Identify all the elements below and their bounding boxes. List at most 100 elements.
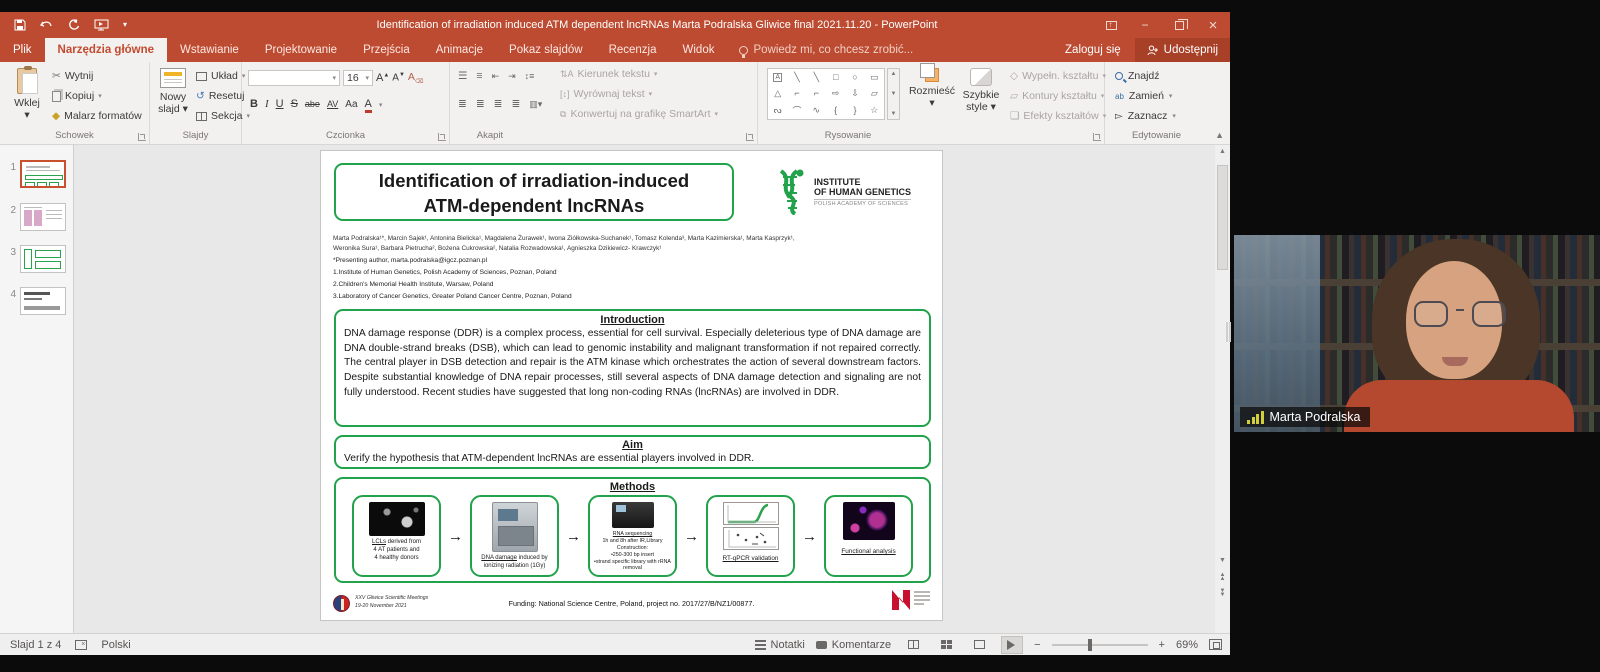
previous-slide-button[interactable]: ▲ ▲ [1215,572,1230,582]
tab-design[interactable]: Projektowanie [252,38,350,62]
format-painter-button[interactable]: ◆ Malarz formatów [52,110,142,122]
align-center-icon[interactable]: ≣ [476,98,485,110]
zoom-out-button[interactable]: − [1034,639,1040,651]
align-right-icon[interactable]: ≣ [494,98,503,110]
undo-icon[interactable] [40,19,54,31]
tab-home[interactable]: Narzędzia główne [44,38,168,62]
tab-transitions[interactable]: Przejścia [350,38,423,62]
customize-qat-icon[interactable]: ▾ [123,21,127,29]
close-button[interactable]: × [1196,12,1230,38]
shapes-gallery[interactable]: A ╲ ╲ □ ○ ▭ △ ⌐ ⌐ ⇨ ⇩ ▱ ᔓ ⌒ ∿ {} ☆ [767,68,885,120]
slide-page[interactable]: Identification of irradiation-induced AT… [320,150,943,621]
scroll-down-icon[interactable]: ▼ [1215,557,1230,564]
zoom-slider[interactable] [1051,638,1148,651]
view-reading-button[interactable] [968,636,990,654]
vertical-scrollbar[interactable]: ▲ ▼ ▲ ▲ ▼ ▼ [1215,145,1230,633]
bold-button[interactable]: B [250,98,258,110]
tab-review[interactable]: Recenzja [596,38,670,62]
redo-icon[interactable] [68,19,80,31]
fit-slide-to-window-icon[interactable] [1209,639,1222,650]
font-size-combo[interactable]: 16 ▾ [343,70,373,86]
video-drag-handle[interactable] [1226,322,1231,342]
thumbnail-image [20,287,66,315]
justify-icon[interactable]: ≣ [511,98,520,110]
zoom-level[interactable]: 69% [1176,639,1198,651]
slide-thumbnail-3[interactable]: 3 [6,245,66,273]
tab-file[interactable]: Plik [0,38,45,62]
methods-box[interactable]: Methods LCLs derived from 4 AT patients … [334,477,931,583]
slide-thumbnail-4[interactable]: 4 [6,287,66,315]
smartart-button[interactable]: ⧉ Konwertuj na grafikę SmartArt ▾ [560,108,718,120]
slide-thumbnail-2[interactable]: 2 [6,203,66,231]
webcam-video[interactable]: Marta Podralska [1234,235,1600,432]
grow-font-button[interactable]: A▲ [376,72,389,84]
tell-me-box[interactable]: Powiedz mi, co chcesz zrobić... [727,38,925,62]
align-left-icon[interactable]: ≣ [458,98,467,110]
normal-view-icon [907,640,919,649]
bullets-icon[interactable]: ☰ [458,70,467,82]
introduction-box[interactable]: Introduction DNA damage response (DDR) i… [334,309,931,427]
collapse-ribbon-button[interactable]: ▲ [1215,130,1224,140]
view-slide-sorter-button[interactable] [935,636,957,654]
change-case-button[interactable]: Aa [345,99,357,110]
reset-button[interactable]: ↺ Resetuj [196,90,244,102]
language-indicator[interactable]: Polski [101,639,130,651]
select-button[interactable]: ▻ Zaznacz ▾ [1115,110,1176,122]
aim-box[interactable]: Aim Verify the hypothesis that ATM-depen… [334,435,931,469]
minimize-button[interactable]: − [1128,12,1162,38]
slide-thumbnail-1[interactable]: 1 [6,160,66,188]
next-slide-button[interactable]: ▼ ▼ [1215,588,1230,598]
tab-slideshow[interactable]: Pokaz slajdów [496,38,596,62]
clipboard-dialog-launcher[interactable] [138,133,146,141]
font-name-combo[interactable]: ▾ [248,70,340,86]
numbering-icon[interactable]: ≡ [476,70,482,82]
replace-button[interactable]: ab Zamień ▾ [1115,90,1172,102]
find-button[interactable]: Znajdź [1115,70,1160,82]
shrink-font-button[interactable]: A▼ [392,72,405,83]
view-slideshow-button[interactable] [1001,635,1024,654]
tab-animations[interactable]: Animacje [423,38,496,62]
title-box[interactable]: Identification of irradiation-induced AT… [334,163,734,221]
font-color-button[interactable]: A [364,98,372,113]
quick-styles-button[interactable]: Szybkie style ▾ [956,68,1006,113]
underline-button[interactable]: U [276,98,284,110]
char-spacing-button[interactable]: AV [327,99,338,109]
notes-button[interactable]: Notatki [754,639,805,651]
shape-effects-button[interactable]: ❏ Efekty kształtów ▾ [1010,110,1106,122]
paste-button[interactable]: Wklej ▾ [5,66,49,121]
shape-outline-button[interactable]: ▱ Kontury kształtu ▾ [1010,90,1104,102]
italic-button[interactable]: I [265,98,269,110]
scrollbar-thumb[interactable] [1217,165,1228,270]
zoom-slider-thumb[interactable] [1087,638,1092,651]
increase-indent-icon[interactable]: ⇥ [508,71,516,82]
strikethrough-button[interactable]: S [291,98,298,110]
zoom-in-button[interactable]: + [1159,639,1165,651]
shape-fill-button[interactable]: ◇ Wypełn. kształtu ▾ [1010,70,1106,82]
shapes-gallery-scrollbar[interactable]: ▲ ▼ ▼ [887,68,900,120]
layout-button[interactable]: Układ ▾ [196,70,245,82]
text-direction-button[interactable]: ⇅A Kierunek tekstu ▾ [560,68,657,80]
copy-button[interactable]: Kopiuj ▾ [52,90,102,102]
comments-button[interactable]: Komentarze [815,639,891,651]
decrease-indent-icon[interactable]: ⇤ [492,71,500,82]
restore-button[interactable] [1162,12,1196,38]
clear-formatting-button[interactable]: A⌫ [408,71,424,85]
start-slideshow-icon[interactable] [94,19,109,31]
save-icon[interactable] [14,19,26,31]
proofing-icon[interactable]: × [75,639,88,650]
view-normal-button[interactable] [902,636,924,654]
strike-abc-button[interactable]: abe [305,99,320,109]
new-slide-button[interactable]: Nowy slajd ▾ [151,68,195,115]
share-button[interactable]: Udostępnij [1134,38,1230,62]
arrange-button[interactable]: Rozmieść ▾ [908,63,956,109]
tab-view[interactable]: Widok [670,38,728,62]
columns-icon[interactable]: ▥▾ [529,99,542,110]
line-spacing-icon[interactable]: ↕≡ [525,71,535,81]
scroll-up-icon[interactable]: ▲ [1215,148,1230,155]
cut-button[interactable]: ✂ Wytnij [52,70,93,82]
drawing-dialog-launcher[interactable] [1093,133,1101,141]
sign-in-button[interactable]: Zaloguj się [1051,38,1135,62]
ribbon-display-options-button[interactable] [1094,12,1128,38]
tab-insert[interactable]: Wstawianie [167,38,252,62]
align-text-button[interactable]: [↕] Wyrównaj tekst ▾ [560,88,652,100]
